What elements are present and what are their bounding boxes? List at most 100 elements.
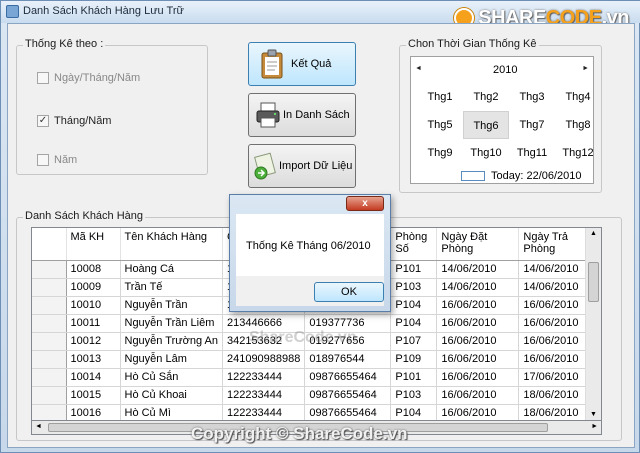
table-cell[interactable]: P107 (390, 332, 438, 351)
month-cell[interactable]: Thg11 (509, 139, 555, 167)
month-cell[interactable]: Thg2 (463, 83, 509, 111)
table-cell[interactable]: 10010 (66, 296, 121, 315)
vertical-scroll-thumb[interactable] (588, 262, 599, 302)
table-cell[interactable]: 17/06/2010 (518, 368, 594, 387)
row-header[interactable] (32, 314, 67, 333)
table-cell[interactable]: 18/06/2010 (518, 386, 594, 405)
table-cell[interactable]: 122233444 (222, 368, 306, 387)
dialog-close-button[interactable]: x (346, 196, 384, 211)
month-cell[interactable]: Thg4 (555, 83, 601, 111)
scroll-left-icon[interactable]: ◄ (35, 423, 42, 430)
month-cell[interactable]: Thg6 (463, 111, 509, 139)
table-cell[interactable]: 122233444 (222, 386, 306, 405)
month-cell[interactable]: Thg10 (463, 139, 509, 167)
print-list-button[interactable]: In Danh Sách (248, 93, 356, 137)
column-header-ngay-dat-phong[interactable]: Ngày Đặt Phòng (436, 228, 520, 261)
table-cell[interactable]: 16/06/2010 (436, 314, 520, 333)
table-cell[interactable]: 09876655464 (304, 368, 392, 387)
table-cell[interactable]: 14/06/2010 (436, 278, 520, 297)
calendar-year[interactable]: 2010 (493, 64, 517, 76)
scroll-up-icon[interactable]: ▲ (590, 230, 597, 237)
table-cell[interactable]: 14/06/2010 (518, 260, 594, 279)
month-cell[interactable]: Thg7 (509, 111, 555, 139)
table-cell[interactable]: P104 (390, 404, 438, 420)
table-cell[interactable]: 10013 (66, 350, 121, 369)
table-row[interactable]: 10015 Hò Củ Khoai 122233444 09876655464 P103… (32, 386, 594, 405)
table-cell[interactable]: 16/06/2010 (436, 350, 520, 369)
table-cell[interactable]: 10014 (66, 368, 121, 387)
checkbox-icon[interactable] (37, 154, 49, 166)
month-cell[interactable]: Thg8 (555, 111, 601, 139)
table-cell[interactable]: 10012 (66, 332, 121, 351)
table-cell[interactable]: 16/06/2010 (436, 332, 520, 351)
row-header[interactable] (32, 260, 67, 279)
row-header[interactable] (32, 350, 67, 369)
result-button[interactable]: Kết Quả (248, 42, 356, 86)
table-row[interactable]: 10013 Nguyễn Lâm 241090988988 018976544 P109… (32, 350, 594, 369)
table-cell[interactable]: Hoàng Cá (120, 260, 223, 279)
table-cell[interactable]: P104 (390, 314, 438, 333)
table-cell[interactable]: 16/06/2010 (436, 386, 520, 405)
table-row[interactable]: 10014 Hò Củ Sắn 122233444 09876655464 P101 16… (32, 368, 594, 387)
table-cell[interactable]: P103 (390, 386, 438, 405)
next-year-icon[interactable]: ► (582, 65, 589, 72)
table-cell[interactable]: 14/06/2010 (518, 278, 594, 297)
table-cell[interactable]: 16/06/2010 (518, 332, 594, 351)
table-cell[interactable]: 10008 (66, 260, 121, 279)
table-cell[interactable]: 18/06/2010 (518, 404, 594, 420)
table-cell[interactable]: 10016 (66, 404, 121, 420)
month-cell[interactable]: Thg5 (417, 111, 463, 139)
table-cell[interactable]: Hò Củ Khoai (120, 386, 223, 405)
table-cell[interactable]: 10011 (66, 314, 121, 333)
table-cell[interactable]: Nguyễn Trường An (120, 332, 223, 351)
table-cell[interactable]: 10009 (66, 278, 121, 297)
table-cell[interactable]: 16/06/2010 (518, 350, 594, 369)
table-cell[interactable]: Trần Tế (120, 278, 223, 297)
row-header[interactable] (32, 296, 67, 315)
table-cell[interactable]: P103 (390, 278, 438, 297)
table-cell[interactable]: 241090988988 (222, 350, 306, 369)
table-cell[interactable]: 09876655464 (304, 386, 392, 405)
row-header[interactable] (32, 368, 67, 387)
prev-year-icon[interactable]: ◄ (415, 65, 422, 72)
option-year[interactable]: Năm (37, 154, 77, 166)
row-header[interactable] (32, 386, 67, 405)
table-cell[interactable]: P104 (390, 296, 438, 315)
column-header-ngay-tra-phong[interactable]: Ngày Trả Phòng (518, 228, 594, 261)
column-header-ma-kh[interactable]: Mã KH (66, 228, 121, 261)
table-cell[interactable]: 09876655464 (304, 404, 392, 420)
column-header-phong-so[interactable]: Phòng Số (390, 228, 438, 261)
table-cell[interactable]: 16/06/2010 (436, 296, 520, 315)
table-cell[interactable]: Hò Củ Sắn (120, 368, 223, 387)
scroll-down-icon[interactable]: ▼ (590, 411, 597, 418)
import-data-button[interactable]: Import Dữ Liệu (248, 144, 356, 188)
checkbox-icon[interactable] (37, 72, 49, 84)
row-header[interactable] (32, 404, 67, 420)
table-cell[interactable]: 122233444 (222, 404, 306, 420)
table-cell[interactable]: 018976544 (304, 350, 392, 369)
table-row[interactable]: 10016 Hò Củ Mì 122233444 09876655464 P104 16/… (32, 404, 594, 420)
table-cell[interactable]: 16/06/2010 (518, 314, 594, 333)
option-day-month-year[interactable]: Ngày/Tháng/Năm (37, 72, 140, 84)
table-cell[interactable]: P101 (390, 368, 438, 387)
table-cell[interactable]: 16/06/2010 (518, 296, 594, 315)
table-cell[interactable]: P101 (390, 260, 438, 279)
month-cell[interactable]: Thg3 (509, 83, 555, 111)
table-cell[interactable]: Nguyễn Lâm (120, 350, 223, 369)
vertical-scrollbar[interactable]: ▲ ▼ (585, 228, 601, 420)
month-cell[interactable]: Thg1 (417, 83, 463, 111)
month-cell[interactable]: Thg9 (417, 139, 463, 167)
row-header[interactable] (32, 278, 67, 297)
column-header-ten-khach-hang[interactable]: Tên Khách Hàng (120, 228, 223, 261)
month-cell[interactable]: Thg12 (555, 139, 601, 167)
table-cell[interactable]: 10015 (66, 386, 121, 405)
table-cell[interactable]: 14/06/2010 (436, 260, 520, 279)
ok-button[interactable]: OK (314, 282, 384, 302)
table-cell[interactable]: 16/06/2010 (436, 368, 520, 387)
table-cell[interactable]: P109 (390, 350, 438, 369)
table-cell[interactable]: Hò Củ Mì (120, 404, 223, 420)
table-cell[interactable]: 16/06/2010 (436, 404, 520, 420)
today-link[interactable]: Today: 22/06/2010 (461, 170, 582, 182)
option-month-year[interactable]: ✓ Tháng/Năm (37, 115, 111, 127)
row-header[interactable] (32, 332, 67, 351)
